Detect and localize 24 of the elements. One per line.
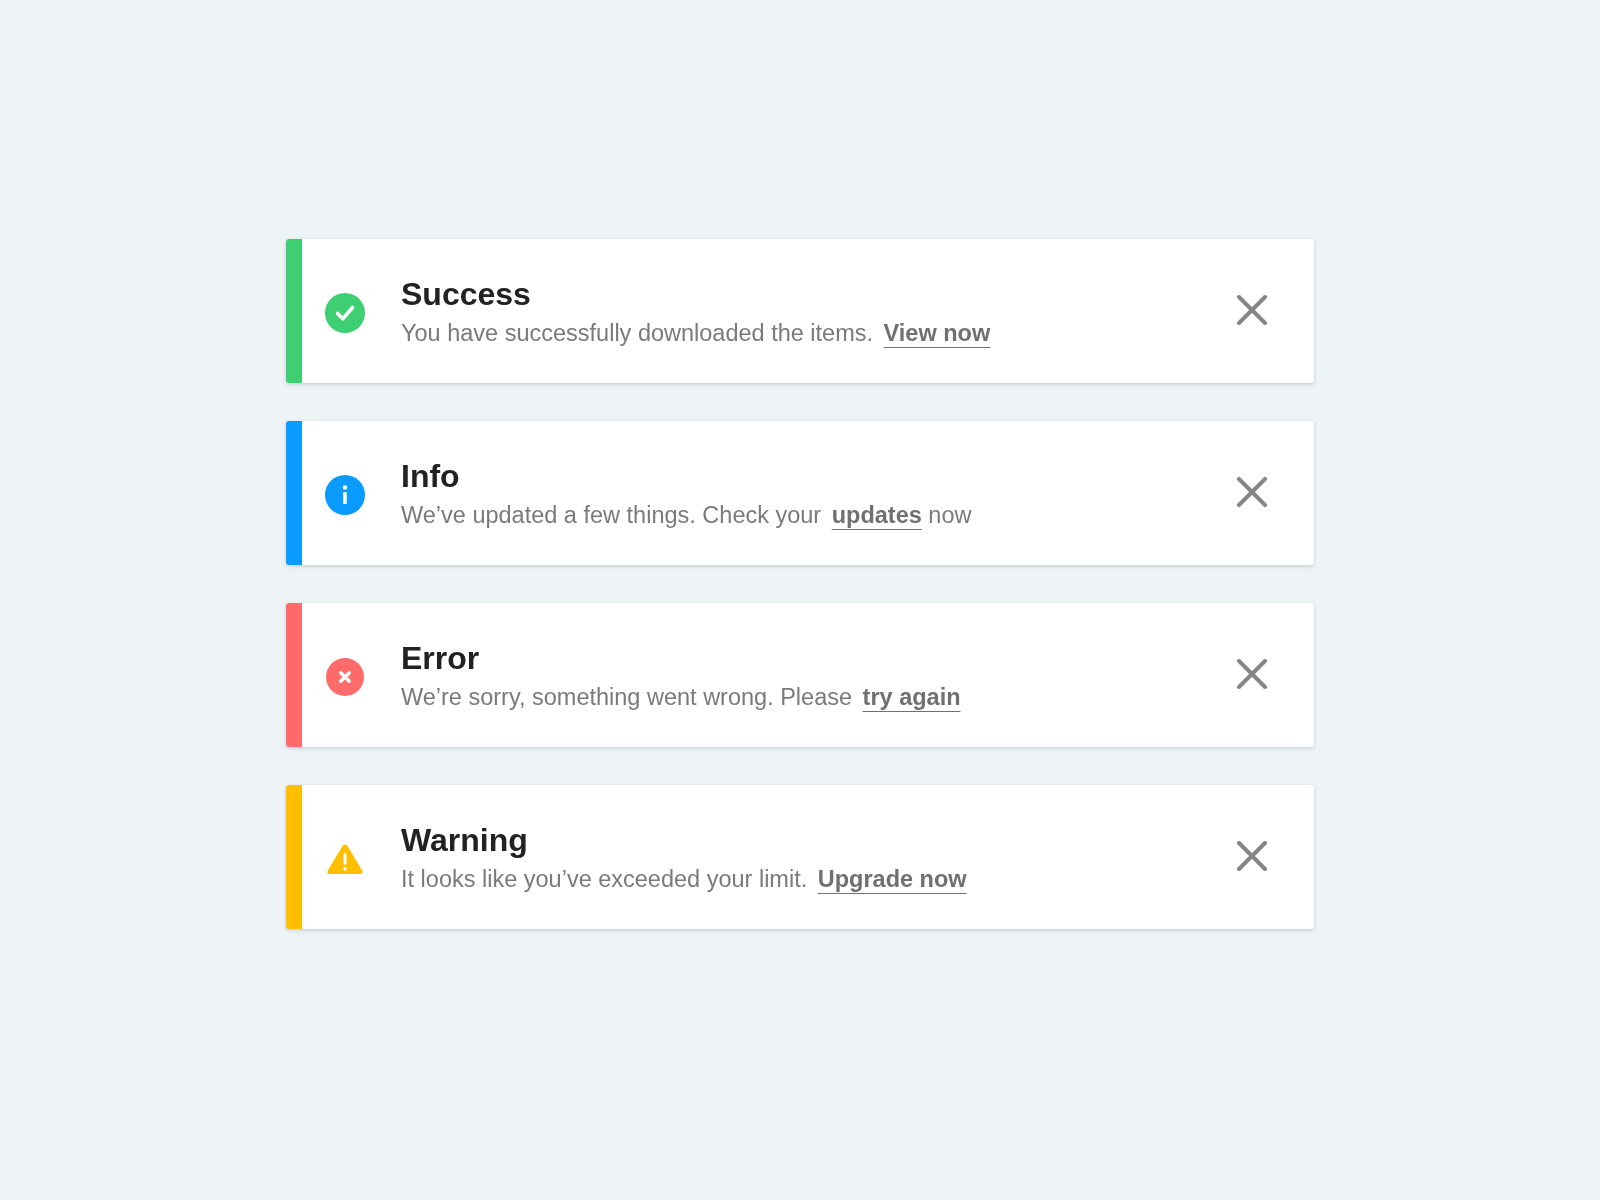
close-icon bbox=[1237, 659, 1267, 689]
alert-message: We’re sorry, something went wrong. Please try again bbox=[401, 682, 962, 712]
x-circle-icon bbox=[326, 658, 364, 696]
alert-title: Warning bbox=[401, 820, 529, 860]
warning-triangle-icon bbox=[326, 843, 364, 875]
alert-message: It looks like you’ve exceeded your limit. Upgrade now bbox=[401, 864, 968, 894]
alert-link[interactable]: Upgrade now bbox=[817, 865, 967, 892]
alert-link[interactable]: try again bbox=[862, 683, 961, 710]
close-icon bbox=[1237, 477, 1267, 507]
close-icon bbox=[1237, 295, 1267, 325]
alert-title: Error bbox=[401, 638, 481, 678]
close-button[interactable] bbox=[1237, 659, 1267, 689]
alert-title: Success bbox=[401, 274, 532, 314]
close-button[interactable] bbox=[1237, 295, 1267, 325]
alert-link[interactable]: updates bbox=[831, 501, 922, 528]
close-button[interactable] bbox=[1237, 841, 1267, 871]
info-circle-icon bbox=[325, 475, 365, 515]
close-button[interactable] bbox=[1237, 477, 1267, 507]
alert-message: We’ve updated a few things. Check your updates now bbox=[401, 500, 973, 530]
check-circle-icon bbox=[325, 293, 365, 333]
alert-title: Info bbox=[401, 456, 461, 496]
alert-link[interactable]: View now bbox=[883, 319, 991, 346]
alert-message: You have successfully downloaded the items. View now bbox=[401, 318, 992, 348]
close-icon bbox=[1237, 841, 1267, 871]
